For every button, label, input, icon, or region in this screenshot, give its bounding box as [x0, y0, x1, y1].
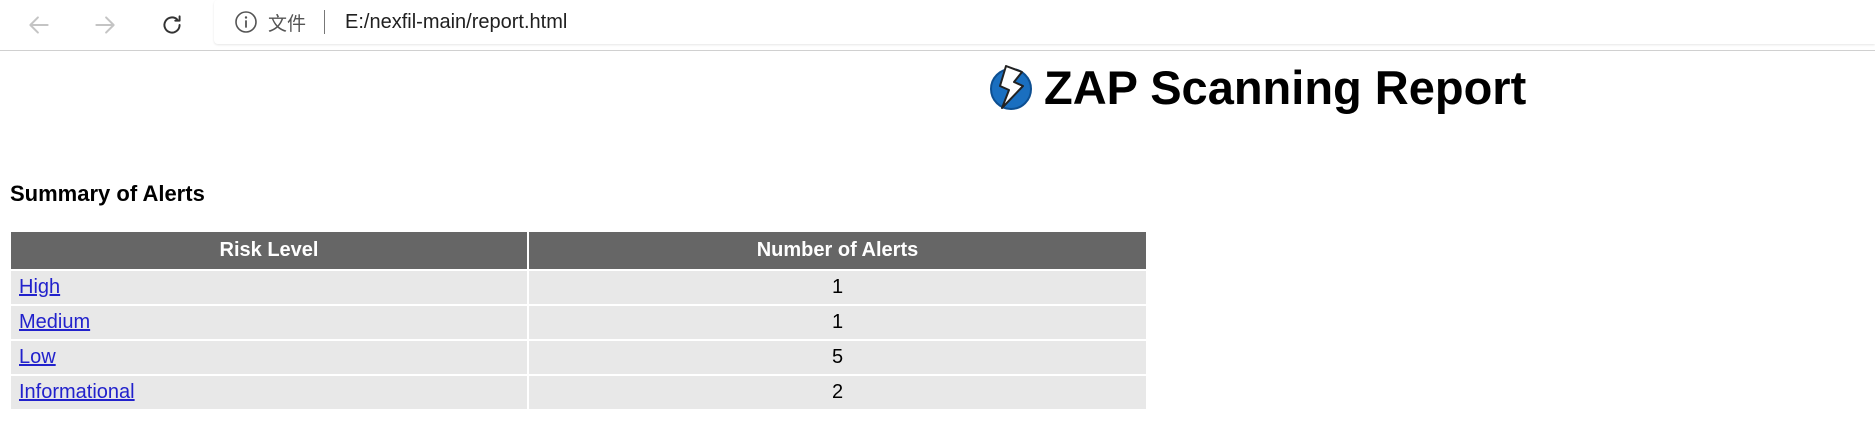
alert-count-cell: 1	[529, 271, 1146, 304]
info-circle-icon	[235, 11, 257, 33]
reload-icon	[163, 15, 181, 34]
column-header-number-of-alerts: Number of Alerts	[529, 232, 1146, 269]
risk-link-low[interactable]: Low	[19, 346, 56, 368]
alerts-summary-table: Risk Level Number of Alerts High 1 Mediu…	[9, 230, 1148, 411]
page-title: ZAP Scanning Report	[1044, 60, 1527, 114]
risk-level-cell: High	[11, 271, 527, 304]
risk-link-informational[interactable]: Informational	[19, 381, 135, 403]
reload-button[interactable]	[153, 6, 191, 44]
table-header-row: Risk Level Number of Alerts	[11, 232, 1146, 269]
address-separator	[324, 10, 326, 34]
table-row: Low 5	[11, 341, 1146, 374]
address-bar[interactable]: 文件 E:/nexfil-main/report.html	[214, 0, 1875, 44]
risk-link-high[interactable]: High	[19, 276, 60, 298]
alert-count-cell: 5	[529, 341, 1146, 374]
arrow-left-icon	[29, 16, 49, 34]
risk-level-cell: Low	[11, 341, 527, 374]
table-row: Medium 1	[11, 306, 1146, 339]
alert-count-cell: 1	[529, 306, 1146, 339]
url-text[interactable]: E:/nexfil-main/report.html	[345, 11, 567, 34]
alert-count-cell: 2	[529, 376, 1146, 409]
table-row: Informational 2	[11, 376, 1146, 409]
zap-logo-icon	[990, 65, 1032, 110]
back-button[interactable]	[20, 6, 58, 44]
report-header: ZAP Scanning Report	[986, 62, 1526, 112]
summary-heading: Summary of Alerts	[10, 181, 205, 206]
forward-button[interactable]	[86, 6, 124, 44]
site-info-label: 文件	[268, 12, 307, 35]
risk-level-cell: Informational	[11, 376, 527, 409]
site-info-button[interactable]: 文件	[234, 9, 306, 36]
arrow-right-icon	[95, 16, 115, 34]
column-header-risk-level: Risk Level	[11, 232, 527, 269]
risk-level-cell: Medium	[11, 306, 527, 339]
browser-toolbar: 文件 E:/nexfil-main/report.html	[0, 0, 1875, 51]
table-row: High 1	[11, 271, 1146, 304]
risk-link-medium[interactable]: Medium	[19, 311, 90, 333]
